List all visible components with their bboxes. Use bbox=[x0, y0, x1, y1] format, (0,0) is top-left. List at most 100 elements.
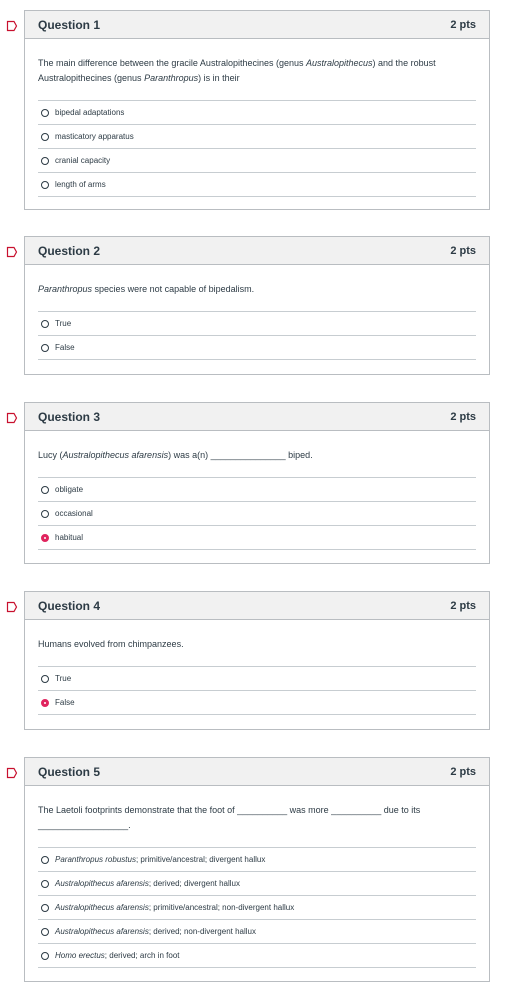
answer-label: Paranthropus robustus; primitive/ancestr… bbox=[55, 855, 265, 864]
answer-list: Paranthropus robustus; primitive/ancestr… bbox=[38, 847, 476, 968]
answer-label-segment: ; derived; non-divergent hallux bbox=[148, 927, 257, 936]
question-text-segment: ) was a(n) _______________ biped. bbox=[168, 450, 313, 460]
answer-option[interactable]: Australopithecus afarensis; primitive/an… bbox=[38, 895, 476, 919]
answer-option[interactable]: bipedal adaptations bbox=[38, 100, 476, 124]
question-points: 2 pts bbox=[450, 765, 476, 778]
answer-option[interactable]: masticatory apparatus bbox=[38, 124, 476, 148]
question-text-segment: The main difference between the gracile … bbox=[38, 58, 306, 68]
answer-option[interactable]: cranial capacity bbox=[38, 148, 476, 172]
radio-selected-icon[interactable] bbox=[41, 533, 49, 542]
answer-label: Australopithecus afarensis; derived; non… bbox=[55, 927, 256, 936]
radio-unselected-icon[interactable] bbox=[41, 674, 49, 683]
radio-unselected-icon[interactable] bbox=[41, 927, 49, 936]
answer-list: bipedal adaptations masticatory apparatus… bbox=[38, 100, 476, 197]
question-body: The Laetoli footprints demonstrate that … bbox=[25, 786, 489, 968]
answer-label: habitual bbox=[55, 533, 83, 542]
radio-unselected-icon[interactable] bbox=[41, 879, 49, 888]
answer-label-segment: ; primitive/ancestral; divergent hallux bbox=[135, 855, 266, 864]
question-card: Question 5 2 pts The Laetoli footprints de… bbox=[24, 757, 490, 982]
question-title: Question 5 bbox=[38, 764, 101, 779]
answer-label: Australopithecus afarensis; derived; div… bbox=[55, 879, 240, 888]
question-body: Humans evolved from chimpanzees. True Fals… bbox=[25, 620, 489, 715]
radio-unselected-icon[interactable] bbox=[41, 509, 49, 518]
answer-label: True bbox=[55, 674, 71, 683]
radio-unselected-icon[interactable] bbox=[41, 319, 49, 328]
question-header: Question 5 2 pts bbox=[25, 758, 489, 786]
question-points: 2 pts bbox=[450, 599, 476, 612]
flag-question-icon[interactable] bbox=[6, 767, 18, 779]
question-text-segment: Paranthropus bbox=[38, 284, 93, 294]
question-title: Question 4 bbox=[38, 598, 101, 613]
question-card: Question 4 2 pts Humans evolved from chimp… bbox=[24, 591, 490, 730]
question-card: Question 2 2 pts Paranthropus species were… bbox=[24, 236, 490, 375]
question-text-segment: The Laetoli footprints demonstrate that … bbox=[38, 805, 421, 830]
answer-label-segment: masticatory apparatus bbox=[55, 132, 134, 141]
answer-list: obligate occasional habitual bbox=[38, 477, 476, 550]
answer-option[interactable]: True bbox=[38, 311, 476, 335]
question-text-segment: Australopithecus afarensis bbox=[62, 450, 169, 460]
answer-option[interactable]: False bbox=[38, 690, 476, 715]
question-header: Question 3 2 pts bbox=[25, 403, 489, 431]
answer-option[interactable]: Paranthropus robustus; primitive/ancestr… bbox=[38, 847, 476, 871]
answer-option[interactable]: Australopithecus afarensis; derived; div… bbox=[38, 871, 476, 895]
answer-option[interactable]: obligate bbox=[38, 477, 476, 501]
question-text-segment: Humans evolved from chimpanzees. bbox=[38, 639, 184, 649]
radio-unselected-icon[interactable] bbox=[41, 485, 49, 494]
flag-question-icon[interactable] bbox=[6, 601, 18, 613]
question-text: The Laetoli footprints demonstrate that … bbox=[38, 803, 476, 833]
answer-label-segment: obligate bbox=[55, 485, 84, 494]
question-card: Question 1 2 pts The main difference betwe… bbox=[24, 10, 490, 210]
answer-label-segment: length of arms bbox=[55, 180, 106, 189]
answer-option[interactable]: Australopithecus afarensis; derived; non… bbox=[38, 919, 476, 943]
question-text: The main difference between the gracile … bbox=[38, 56, 476, 86]
question-title: Question 3 bbox=[38, 409, 101, 424]
answer-label-segment: Australopithecus afarensis bbox=[55, 879, 149, 888]
answer-label-segment: bipedal adaptations bbox=[55, 108, 125, 117]
radio-unselected-icon[interactable] bbox=[41, 180, 49, 189]
answer-label: True bbox=[55, 319, 71, 328]
answer-label: Homo erectus; derived; arch in foot bbox=[55, 951, 180, 960]
question-points: 2 pts bbox=[450, 410, 476, 423]
answer-label-segment: ; primitive/ancestral; non-divergent hal… bbox=[148, 903, 295, 912]
radio-unselected-icon[interactable] bbox=[41, 156, 49, 165]
answer-option[interactable]: habitual bbox=[38, 525, 476, 550]
question-text-segment: ) is in their bbox=[198, 73, 240, 83]
answer-label: False bbox=[55, 343, 75, 352]
question-text: Lucy (Australopithecus afarensis) was a(… bbox=[38, 448, 476, 463]
answer-option[interactable]: True bbox=[38, 666, 476, 690]
answer-label-segment: Australopithecus afarensis bbox=[55, 927, 149, 936]
answer-label-segment: Paranthropus robustus bbox=[55, 855, 136, 864]
radio-selected-icon[interactable] bbox=[41, 698, 49, 707]
question-header: Question 1 2 pts bbox=[25, 11, 489, 39]
answer-option[interactable]: length of arms bbox=[38, 172, 476, 197]
radio-unselected-icon[interactable] bbox=[41, 108, 49, 117]
question-body: Paranthropus species were not capable of… bbox=[25, 265, 489, 360]
radio-unselected-icon[interactable] bbox=[41, 951, 49, 960]
radio-unselected-icon[interactable] bbox=[41, 903, 49, 912]
question-text-segment: Australopithecus bbox=[306, 58, 373, 68]
question-title: Question 2 bbox=[38, 243, 101, 258]
radio-unselected-icon[interactable] bbox=[41, 132, 49, 141]
answer-label-segment: occasional bbox=[55, 509, 93, 518]
answer-label-segment: False bbox=[55, 698, 75, 707]
radio-unselected-icon[interactable] bbox=[41, 855, 49, 864]
answer-list: True False bbox=[38, 311, 476, 360]
flag-question-icon[interactable] bbox=[6, 246, 18, 258]
answer-option[interactable]: Homo erectus; derived; arch in foot bbox=[38, 943, 476, 968]
answer-label-segment: ; derived; divergent hallux bbox=[148, 879, 240, 888]
answer-label: cranial capacity bbox=[55, 156, 110, 165]
answer-option[interactable]: False bbox=[38, 335, 476, 360]
answer-list: True False bbox=[38, 666, 476, 715]
answer-label-segment: False bbox=[55, 343, 75, 352]
answer-label-segment: cranial capacity bbox=[55, 156, 111, 165]
question-text-segment: Lucy ( bbox=[38, 450, 63, 460]
flag-question-icon[interactable] bbox=[6, 20, 18, 32]
answer-label-segment: Australopithecus afarensis bbox=[55, 903, 149, 912]
flag-question-icon[interactable] bbox=[6, 412, 18, 424]
question-text-segment: species were not capable of bipedalism. bbox=[92, 284, 255, 294]
answer-label-segment: habitual bbox=[55, 533, 84, 542]
answer-label-segment: ; derived; arch in foot bbox=[104, 951, 180, 960]
radio-unselected-icon[interactable] bbox=[41, 343, 49, 352]
answer-option[interactable]: occasional bbox=[38, 501, 476, 525]
question-text: Humans evolved from chimpanzees. bbox=[38, 637, 476, 652]
